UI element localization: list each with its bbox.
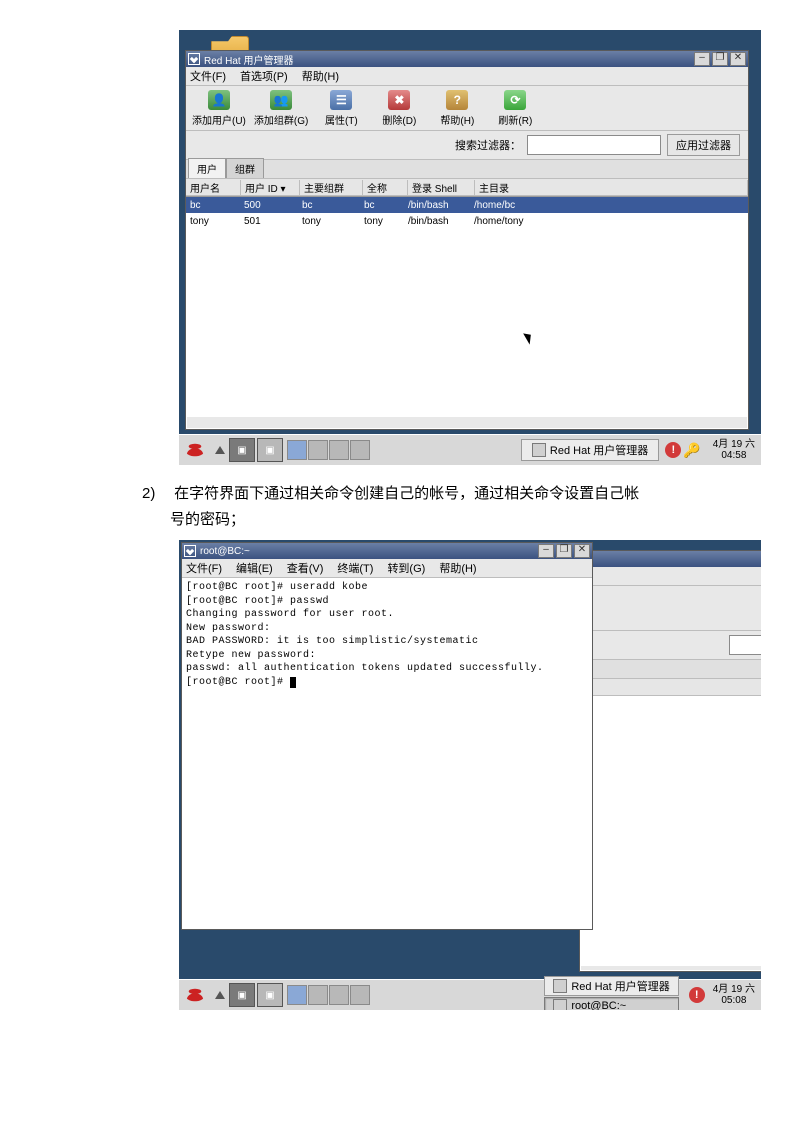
term-line: Retype new password:: [186, 650, 316, 661]
menu-file[interactable]: 文件(F): [186, 560, 222, 576]
term-line: [root@BC root]#: [186, 677, 290, 688]
menu-go[interactable]: 转到(G): [387, 560, 425, 576]
triangle-icon: [215, 446, 225, 454]
filter-row: 搜索过滤器： 应用过滤器: [186, 131, 748, 160]
taskbar: ▣ ▣ Red Hat 用户管理器 root@BC:~ ! 4月 19 六 05…: [179, 979, 761, 1010]
quicklaunch-terminal-icon[interactable]: ▣: [229, 438, 255, 462]
col-name[interactable]: 全称: [363, 180, 408, 195]
document-step-2: 2) 在字符界面下通过相关命令创建自己的帐号，通过相关命令设置自己帐 号的密码；: [142, 481, 778, 532]
terminal-window: root@BC:~ – ❐ ✕ 文件(F) 编辑(E) 查看(V) 终端(T) …: [181, 542, 593, 930]
task-icon: [553, 979, 567, 993]
quicklaunch-terminal-icon[interactable]: ▣: [229, 983, 255, 1007]
term-line: New password:: [186, 623, 271, 634]
step-text-line2: 号的密码；: [170, 507, 245, 533]
term-line: [root@BC root]# passwd: [186, 596, 329, 607]
window-titlebar[interactable]: root@BC:~ – ❐ ✕: [182, 543, 592, 559]
table-row[interactable]: tony 501 tony tony /bin/bash /home/tony: [186, 213, 748, 229]
toolbar: 👤添加用户(U) 👥添加组群(G) ☰属性(T) ✖删除(D) ?帮助(H) ⟳…: [186, 86, 748, 131]
table-row[interactable]: bc 500 bc bc /bin/bash /home/bc: [186, 197, 748, 213]
taskbar: ▣ ▣ Red Hat 用户管理器 ! 🔑 4月 19 六 04:58: [179, 434, 761, 465]
help-button[interactable]: ?帮助(H): [432, 90, 482, 127]
term-line: Changing password for user root.: [186, 609, 394, 620]
user-manager-window: Red Hat 用户管理器 – ❐ ✕ 文件(F) 首选项(P) 帮助(H) 👤…: [185, 50, 749, 430]
system-menu-icon[interactable]: [184, 545, 196, 557]
maximize-button[interactable]: ❐: [556, 544, 572, 558]
step-text-line1: 在字符界面下通过相关命令创建自己的帐号，通过相关命令设置自己帐: [174, 485, 639, 502]
menu-edit[interactable]: 编辑(E): [236, 560, 273, 576]
filter-label: 搜索过滤器：: [455, 137, 521, 153]
task-icon: [532, 443, 546, 457]
key-icon[interactable]: 🔑: [683, 442, 700, 459]
screenshot-1-desktop: Red Hat 用户管理器 – ❐ ✕ 文件(F) 首选项(P) 帮助(H) 👤…: [179, 30, 761, 465]
workspace-pager[interactable]: [287, 440, 370, 460]
alert-icon[interactable]: !: [689, 987, 705, 1003]
term-line: passwd: all authentication tokens update…: [186, 663, 544, 674]
tabs: 用户 组群: [186, 160, 748, 178]
tab-users[interactable]: 用户: [188, 158, 226, 178]
workspace-pager[interactable]: [287, 985, 370, 1005]
col-home[interactable]: 主目录: [475, 180, 748, 195]
tab-groups[interactable]: 组群: [226, 158, 264, 178]
apply-filter-button[interactable]: 应用过滤器: [667, 134, 740, 156]
window-titlebar[interactable]: Red Hat 用户管理器 – ❐ ✕: [186, 51, 748, 67]
menu-file[interactable]: 文件(F): [190, 68, 226, 84]
filter-input[interactable]: [729, 635, 761, 655]
system-menu-icon[interactable]: [188, 53, 200, 65]
task-icon: [553, 999, 567, 1011]
refresh-button[interactable]: ⟳刷新(R): [490, 90, 540, 127]
menu-bar: 文件(F) 编辑(E) 查看(V) 终端(T) 转到(G) 帮助(H): [182, 559, 592, 578]
clock[interactable]: 4月 19 六 04:58: [707, 439, 761, 461]
triangle-icon: [215, 991, 225, 999]
add-group-button[interactable]: 👥添加组群(G): [254, 90, 308, 127]
properties-button[interactable]: ☰属性(T): [316, 90, 366, 127]
step-number: 2): [142, 481, 170, 507]
start-button-icon[interactable]: [181, 439, 209, 461]
clock[interactable]: 4月 19 六 05:08: [707, 984, 761, 1006]
minimize-button[interactable]: –: [538, 544, 554, 558]
window-title: Red Hat 用户管理器: [204, 52, 694, 67]
col-user[interactable]: 用户名: [186, 180, 241, 195]
close-button[interactable]: ✕: [730, 52, 746, 66]
col-id[interactable]: 用户 ID ▾: [241, 180, 300, 195]
delete-button[interactable]: ✖删除(D): [374, 90, 424, 127]
taskbar-task-usermanager[interactable]: Red Hat 用户管理器: [544, 976, 678, 996]
term-line: BAD PASSWORD: it is too simplistic/syste…: [186, 636, 479, 647]
col-pgroup[interactable]: 主要组群: [300, 180, 363, 195]
menu-pref[interactable]: 首选项(P): [240, 68, 288, 84]
window-titlebar[interactable]: – ❐ ✕: [580, 551, 761, 567]
user-manager-window-bg: – ❐ ✕ 应用过滤器: [579, 550, 761, 972]
menu-help[interactable]: 帮助(H): [439, 560, 476, 576]
alert-icon[interactable]: !: [665, 442, 681, 458]
table-header: 用户名 用户 ID ▾ 主要组群 全称 登录 Shell 主目录: [186, 178, 748, 196]
term-line: [root@BC root]# useradd kobe: [186, 582, 368, 593]
taskbar-task-usermanager[interactable]: Red Hat 用户管理器: [521, 439, 659, 461]
menu-bar: 文件(F) 首选项(P) 帮助(H): [186, 67, 748, 86]
screenshot-2-desktop: – ❐ ✕ 应用过滤器 root@BC:~ – ❐ ✕ 文件(F) 编辑: [179, 540, 761, 1010]
taskbar-task-terminal[interactable]: root@BC:~: [544, 997, 678, 1011]
col-shell[interactable]: 登录 Shell: [408, 180, 475, 195]
terminal-body[interactable]: [root@BC root]# useradd kobe [root@BC ro…: [182, 578, 592, 928]
menu-view[interactable]: 查看(V): [287, 560, 324, 576]
menu-help[interactable]: 帮助(H): [302, 68, 339, 84]
start-button-icon[interactable]: [181, 984, 209, 1006]
add-user-button[interactable]: 👤添加用户(U): [192, 90, 246, 127]
close-button[interactable]: ✕: [574, 544, 590, 558]
quicklaunch-window-icon[interactable]: ▣: [257, 438, 283, 462]
maximize-button[interactable]: ❐: [712, 52, 728, 66]
minimize-button[interactable]: –: [694, 52, 710, 66]
filter-input[interactable]: [527, 135, 661, 155]
menu-terminal[interactable]: 终端(T): [337, 560, 373, 576]
window-title: root@BC:~: [200, 546, 538, 557]
quicklaunch-window-icon[interactable]: ▣: [257, 983, 283, 1007]
terminal-cursor: [290, 677, 296, 688]
user-list[interactable]: bc 500 bc bc /bin/bash /home/bc tony 501…: [186, 196, 748, 417]
